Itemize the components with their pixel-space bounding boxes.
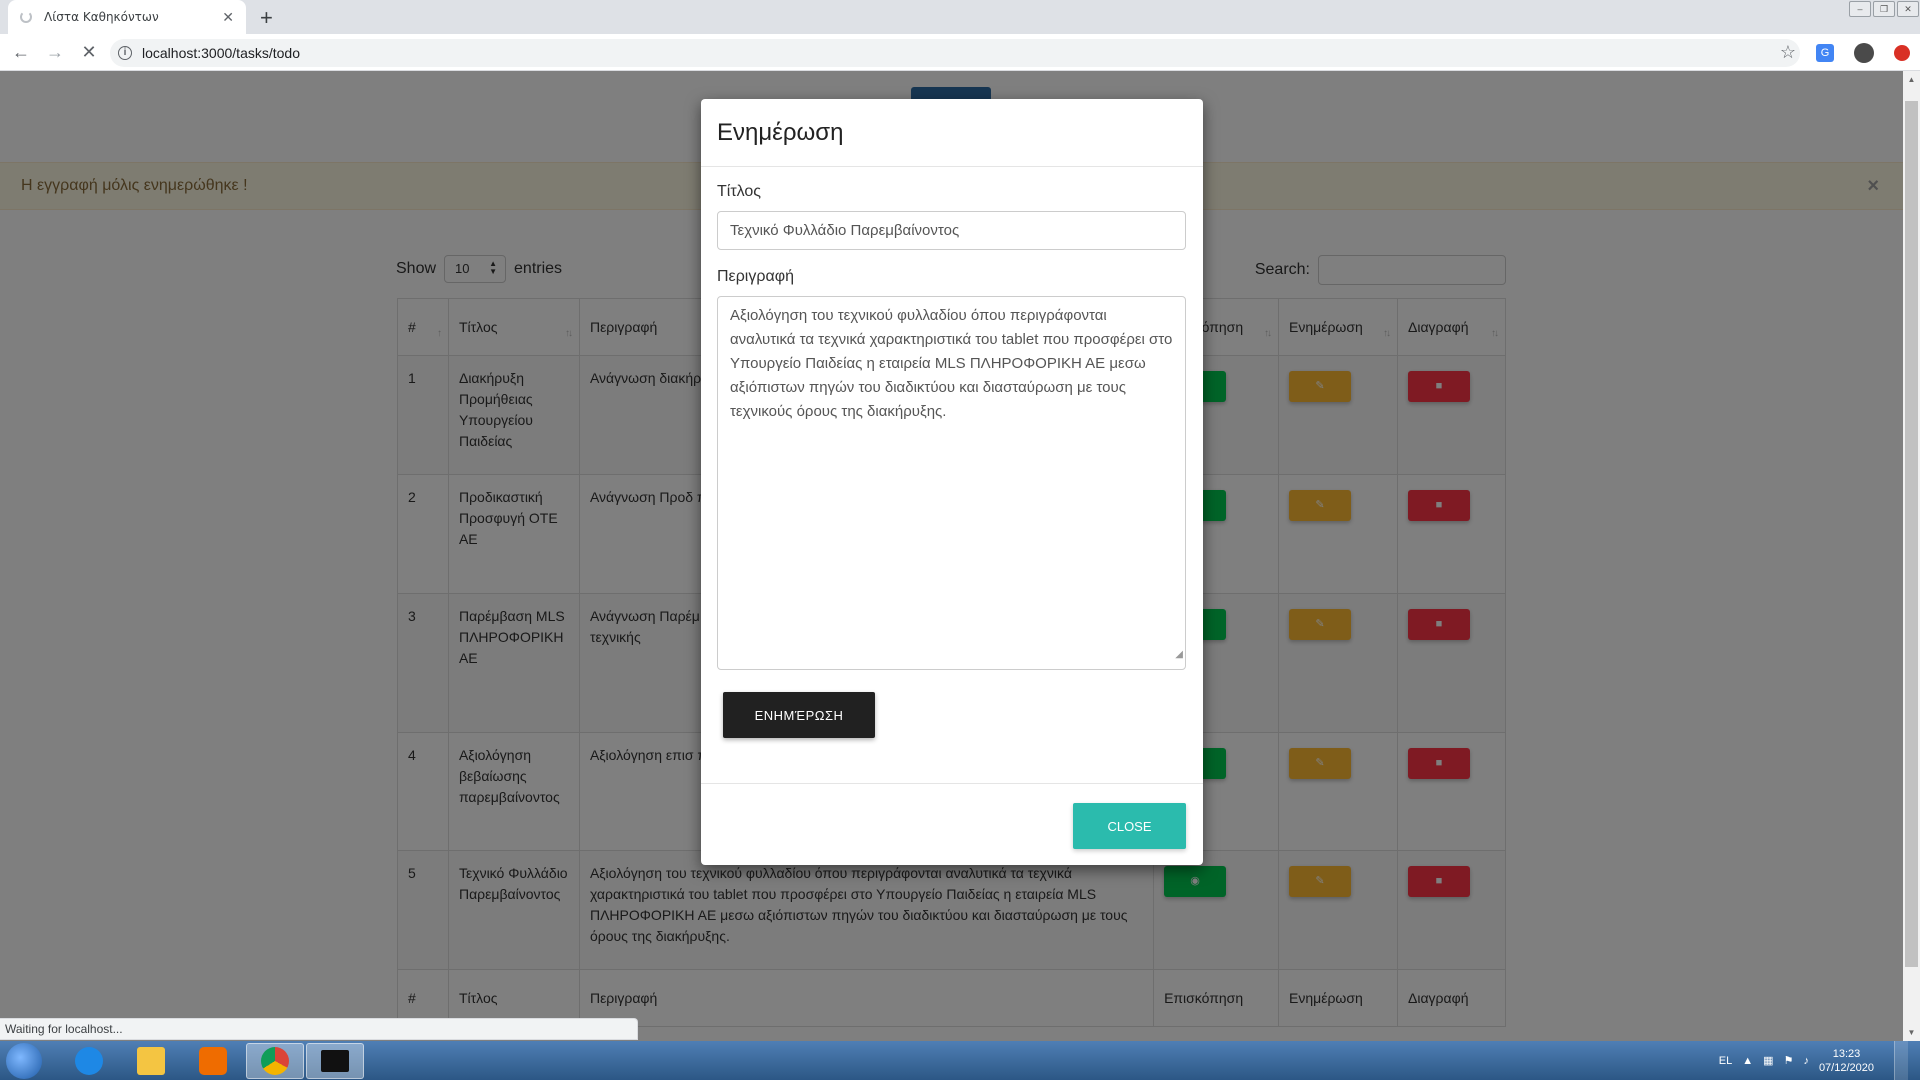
show-desktop-button[interactable] <box>1894 1041 1908 1080</box>
profile-avatar[interactable] <box>1854 42 1874 63</box>
terminal-taskbar-item[interactable] <box>306 1043 364 1079</box>
clock-time: 13:23 <box>1832 1047 1861 1060</box>
scroll-down-icon[interactable]: ▼ <box>1903 1028 1920 1037</box>
translate-icon[interactable]: G <box>1816 43 1834 62</box>
chrome-icon <box>261 1047 289 1075</box>
bookmark-star-icon[interactable]: ☆ <box>1780 42 1796 63</box>
modal-title: Ενημέρωση <box>717 119 844 146</box>
windows-taskbar: EL ▲ ▦ ⚑ ♪ 13:23 07/12/2020 <box>0 1041 1920 1080</box>
volume-icon[interactable]: ♪ <box>1803 1055 1809 1067</box>
update-submit-button[interactable]: ΕΝΗΜΈΡΩΣΗ <box>723 692 875 738</box>
update-modal: Ενημέρωση Τίτλος Τεχνικό Φυλλάδιο Παρεμβ… <box>701 99 1203 865</box>
tab-close-icon[interactable]: ✕ <box>222 9 234 26</box>
modal-footer: CLOSE <box>701 784 1203 864</box>
resize-grip-icon[interactable]: ◢ <box>1175 643 1183 667</box>
media-player-icon <box>199 1047 227 1075</box>
close-button[interactable]: CLOSE <box>1073 803 1186 849</box>
site-info-icon[interactable]: i <box>118 46 132 60</box>
stop-loading-icon[interactable]: ✕ <box>76 42 102 63</box>
description-textarea[interactable]: Αξιολόγηση του τεχνικού φυλλαδίου όπου π… <box>717 296 1186 670</box>
terminal-icon <box>321 1050 349 1072</box>
forward-arrow-icon[interactable]: → <box>42 42 68 63</box>
new-tab-button[interactable]: + <box>260 5 273 31</box>
clock-date: 07/12/2020 <box>1818 1061 1874 1074</box>
back-arrow-icon[interactable]: ← <box>8 42 34 63</box>
title-input[interactable]: Τεχνικό Φυλλάδιο Παρεμβαίνοντος <box>717 211 1186 250</box>
description-label: Περιγραφή <box>717 268 794 285</box>
tab-title: Λίστα Καθηκόντων <box>44 10 159 24</box>
browser-tab[interactable]: Λίστα Καθηκόντων ✕ <box>8 0 246 34</box>
status-bubble: Waiting for localhost... <box>0 1018 638 1040</box>
restore-icon[interactable]: ❐ <box>1873 1 1895 17</box>
browser-tab-bar: Λίστα Καθηκόντων ✕ + – ❐ ✕ <box>0 0 1920 34</box>
window-controls: – ❐ ✕ <box>1848 0 1920 18</box>
action-center-icon[interactable]: ⚑ <box>1784 1054 1794 1067</box>
language-indicator[interactable]: EL <box>1719 1055 1732 1067</box>
browser-nav-bar: ← → ✕ i localhost:3000/tasks/todo ☆ G <box>0 34 1920 71</box>
network-icon[interactable]: ▦ <box>1763 1054 1773 1067</box>
extension-icon[interactable] <box>1894 44 1910 61</box>
scrollbar-thumb[interactable] <box>1905 101 1918 967</box>
tray-expand-icon[interactable]: ▲ <box>1742 1055 1753 1067</box>
title-label: Τίτλος <box>717 183 762 200</box>
media-player-taskbar-item[interactable] <box>184 1043 242 1079</box>
system-tray: EL ▲ ▦ ⚑ ♪ 13:23 07/12/2020 <box>1719 1041 1920 1080</box>
url-text: localhost:3000/tasks/todo <box>142 45 300 61</box>
description-text: Αξιολόγηση του τεχνικού φυλλαδίου όπου π… <box>730 307 1173 420</box>
file-explorer-taskbar-item[interactable] <box>122 1043 180 1079</box>
loading-spinner-icon <box>20 11 32 23</box>
internet-explorer-taskbar-item[interactable] <box>60 1043 118 1079</box>
window-close-icon[interactable]: ✕ <box>1897 1 1919 17</box>
scroll-up-icon[interactable]: ▲ <box>1903 75 1920 84</box>
page-content: Η εγγραφή μόλις ενημερώθηκε ! × Show 10 … <box>0 71 1903 1041</box>
clock[interactable]: 13:23 07/12/2020 <box>1819 1047 1874 1075</box>
modal-body: Τίτλος Τεχνικό Φυλλάδιο Παρεμβαίνοντος Π… <box>701 167 1203 784</box>
start-button[interactable] <box>6 1043 42 1079</box>
minimize-icon[interactable]: – <box>1849 1 1871 17</box>
address-bar[interactable]: i localhost:3000/tasks/todo <box>110 39 1800 67</box>
vertical-scrollbar[interactable]: ▲ ▼ <box>1903 71 1920 1041</box>
modal-header: Ενημέρωση <box>701 99 1203 167</box>
internet-explorer-icon <box>75 1047 103 1075</box>
folder-icon <box>137 1047 165 1075</box>
chrome-taskbar-item[interactable] <box>246 1043 304 1079</box>
